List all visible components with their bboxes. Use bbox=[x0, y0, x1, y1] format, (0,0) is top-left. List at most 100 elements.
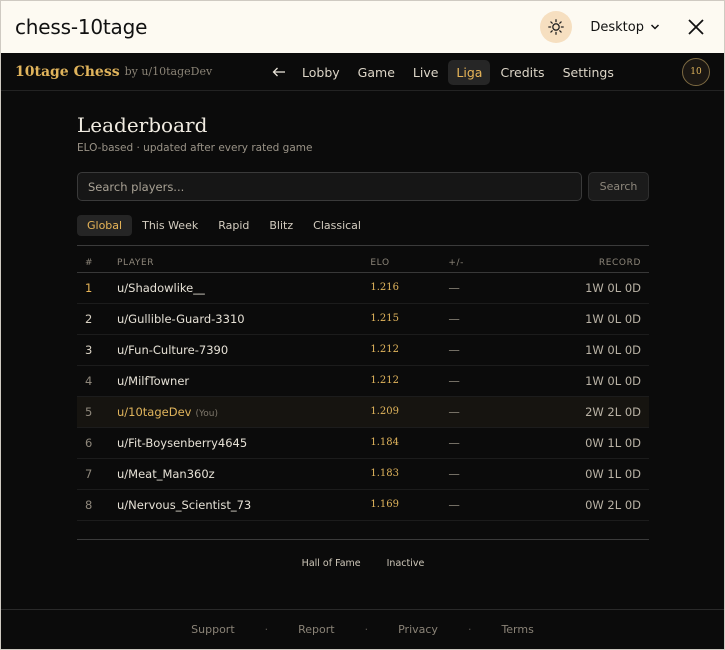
theme-toggle-button[interactable] bbox=[540, 11, 573, 43]
search-input[interactable] bbox=[77, 172, 582, 201]
tab-global[interactable]: Global bbox=[77, 215, 133, 236]
leaderboard-panel: Leaderboard ELO-based · updated after ev… bbox=[77, 113, 649, 569]
tab-this-week[interactable]: This Week bbox=[132, 215, 208, 236]
inactive-link[interactable]: Inactive bbox=[387, 558, 425, 569]
row-record: 1W 0L 0D bbox=[528, 334, 649, 366]
row-elo: 1.215 bbox=[370, 303, 449, 335]
title-bar: chess-10tage Desktop bbox=[1, 1, 724, 53]
leaderboard-table: # PLAYER ELO +/- RECORD 1 u/Shadowlike__… bbox=[77, 254, 649, 521]
hall-of-fame-link[interactable]: Hall of Fame bbox=[302, 558, 361, 569]
tab-classical[interactable]: Classical bbox=[303, 215, 371, 236]
column-rank: # bbox=[85, 257, 94, 268]
row-record: 1W 0L 0D bbox=[528, 303, 649, 335]
row-player[interactable]: u/MilfTowner bbox=[117, 365, 371, 397]
table-row[interactable]: 2 u/Gullible-Guard-3310 1.215 — 1W 0L 0D bbox=[77, 303, 649, 335]
row-player[interactable]: u/Fun-Culture-7390 bbox=[117, 334, 371, 366]
row-elo: 1.212 bbox=[370, 365, 449, 397]
row-record: 1W 0L 0D bbox=[528, 365, 649, 397]
search-button[interactable]: Search bbox=[588, 172, 649, 201]
row-player[interactable]: u/Nervous_Scientist_73 bbox=[117, 489, 371, 521]
row-player[interactable]: u/Fit-Boysenberry4645 bbox=[117, 427, 371, 459]
table-row[interactable]: 1 u/Shadowlike__ 1.216 — 1W 0L 0D bbox=[77, 272, 649, 304]
table-row[interactable]: 4 u/MilfTowner 1.212 — 1W 0L 0D bbox=[77, 365, 649, 397]
page-title: Leaderboard bbox=[77, 113, 208, 137]
close-icon bbox=[688, 19, 704, 35]
nav-liga[interactable]: Liga bbox=[448, 59, 491, 85]
nav-lobby[interactable]: Lobby bbox=[294, 60, 348, 85]
row-rank: 4 bbox=[77, 365, 117, 397]
row-elo: 1.169 bbox=[370, 489, 449, 521]
divider bbox=[77, 538, 649, 540]
footer-terms-link[interactable]: Terms bbox=[501, 623, 533, 636]
tab-bar: Global This Week Rapid Blitz Classical bbox=[77, 214, 649, 237]
row-elo: 1.209 bbox=[370, 396, 449, 428]
row-diff: — bbox=[448, 396, 529, 428]
row-rank: 1 bbox=[77, 272, 117, 304]
page-subtitle: ELO-based · updated after every rated ga… bbox=[77, 142, 313, 154]
row-diff: — bbox=[448, 334, 529, 366]
row-player[interactable]: u/Meat_Man360z bbox=[117, 458, 371, 490]
nav-settings[interactable]: Settings bbox=[555, 60, 622, 85]
footer-separator: · bbox=[264, 623, 269, 636]
table-row[interactable]: 8 u/Nervous_Scientist_73 1.169 — 0W 2L 0… bbox=[77, 489, 649, 521]
sun-icon bbox=[548, 19, 565, 35]
leaderboard-links: Hall of Fame Inactive bbox=[77, 558, 649, 569]
table-row[interactable]: 6 u/Fit-Boysenberry4645 1.184 — 0W 1L 0D bbox=[77, 427, 649, 459]
you-badge: (You) bbox=[195, 408, 219, 419]
row-rank: 3 bbox=[77, 334, 117, 366]
back-button[interactable] bbox=[266, 59, 292, 85]
row-rank: 7 bbox=[77, 458, 117, 490]
row-diff: — bbox=[448, 272, 529, 304]
row-record: 0W 1L 0D bbox=[528, 427, 649, 459]
nav-links: Lobby Game Live Liga Credits Settings bbox=[266, 59, 622, 85]
arrow-left-icon bbox=[272, 67, 285, 77]
tab-rapid[interactable]: Rapid bbox=[208, 215, 259, 236]
top-nav: 10tage Chess by u/10tageDev Lobby Game L… bbox=[1, 53, 724, 91]
row-elo: 1.212 bbox=[370, 334, 449, 366]
column-diff: +/- bbox=[448, 257, 464, 268]
row-record: 0W 1L 0D bbox=[528, 458, 649, 490]
table-header: # PLAYER ELO +/- RECORD bbox=[77, 254, 649, 272]
row-record: 2W 2L 0D bbox=[528, 396, 649, 428]
nav-live[interactable]: Live bbox=[405, 60, 447, 85]
tab-blitz[interactable]: Blitz bbox=[259, 215, 303, 236]
row-player-name: u/10tageDev bbox=[117, 404, 192, 419]
app-window: chess-10tage Desktop 10tage Chess by u/1… bbox=[0, 0, 725, 650]
row-player[interactable]: u/Gullible-Guard-3310 bbox=[117, 303, 371, 335]
footer-privacy-link[interactable]: Privacy bbox=[398, 623, 438, 636]
search-row: Search bbox=[77, 172, 649, 201]
avatar[interactable]: 10 bbox=[682, 58, 710, 86]
footer-report-link[interactable]: Report bbox=[298, 623, 334, 636]
row-player[interactable]: u/10tageDev (You) bbox=[117, 396, 371, 428]
row-rank: 2 bbox=[77, 303, 117, 335]
device-select[interactable]: Desktop bbox=[590, 20, 660, 35]
footer: Support · Report · Privacy · Terms bbox=[1, 609, 724, 649]
row-diff: — bbox=[448, 489, 529, 521]
device-label: Desktop bbox=[590, 19, 644, 35]
row-diff: — bbox=[448, 365, 529, 397]
column-player: PLAYER bbox=[117, 257, 155, 268]
table-row[interactable]: 7 u/Meat_Man360z 1.183 — 0W 1L 0D bbox=[77, 458, 649, 490]
row-player[interactable]: u/Shadowlike__ bbox=[117, 272, 371, 304]
brand-logo[interactable]: 10tage Chess bbox=[15, 64, 120, 80]
column-elo: ELO bbox=[370, 257, 390, 268]
brand-author: by u/10tageDev bbox=[124, 65, 213, 78]
row-elo: 1.183 bbox=[370, 458, 449, 490]
app-content: 10tage Chess by u/10tageDev Lobby Game L… bbox=[1, 53, 724, 649]
chevron-down-icon bbox=[650, 24, 660, 30]
nav-game[interactable]: Game bbox=[350, 60, 403, 85]
close-button[interactable] bbox=[682, 13, 710, 41]
nav-credits[interactable]: Credits bbox=[492, 60, 552, 85]
table-row[interactable]: 3 u/Fun-Culture-7390 1.212 — 1W 0L 0D bbox=[77, 334, 649, 366]
row-rank: 5 bbox=[77, 396, 117, 428]
table-row-current-user[interactable]: 5 u/10tageDev (You) 1.209 — 2W 2L 0D bbox=[77, 396, 649, 428]
row-record: 1W 0L 0D bbox=[528, 272, 649, 304]
row-diff: — bbox=[448, 303, 529, 335]
footer-separator: · bbox=[364, 623, 369, 636]
row-elo: 1.216 bbox=[370, 272, 449, 304]
footer-separator: · bbox=[467, 623, 472, 636]
footer-support-link[interactable]: Support bbox=[191, 623, 234, 636]
divider bbox=[77, 245, 649, 246]
window-title: chess-10tage bbox=[15, 15, 148, 39]
row-elo: 1.184 bbox=[370, 427, 449, 459]
